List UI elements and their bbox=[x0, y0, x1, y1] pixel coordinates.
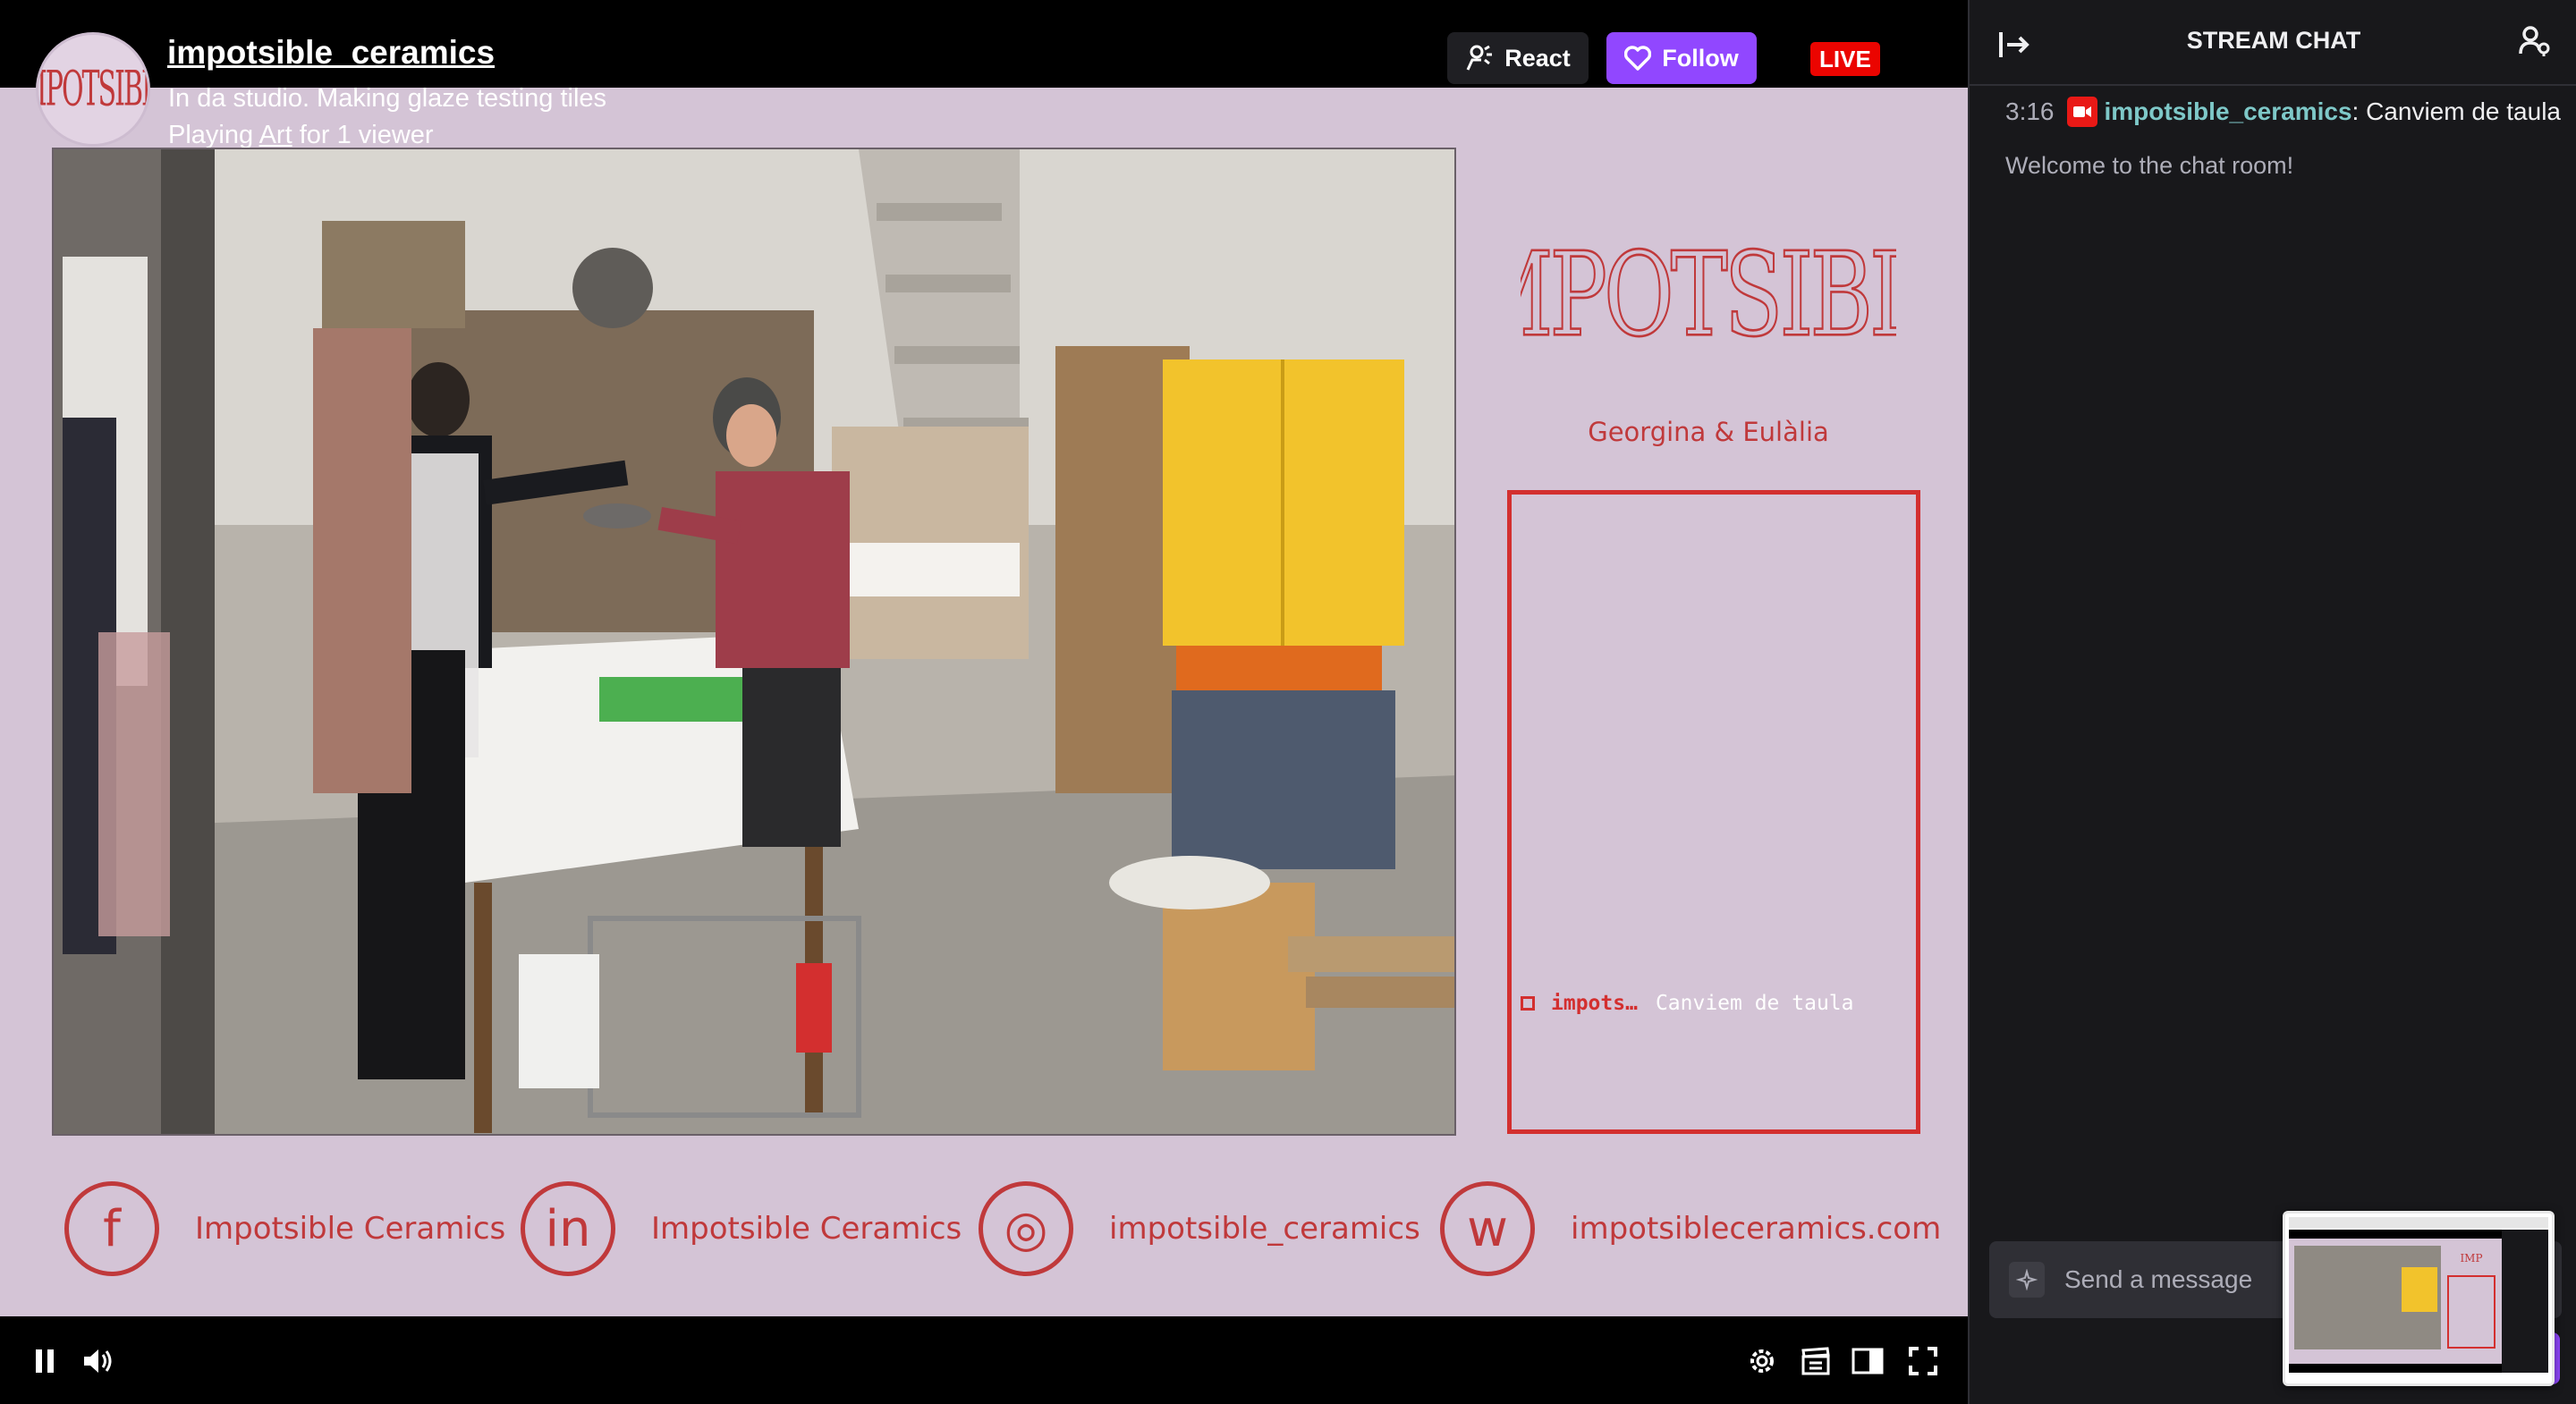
web-icon: w bbox=[1440, 1181, 1535, 1276]
overlay-chat-user: impots… bbox=[1551, 992, 1638, 1015]
community-button[interactable] bbox=[2517, 23, 2553, 59]
category-link[interactable]: Art bbox=[259, 121, 292, 149]
preview-image: IMP bbox=[2285, 1214, 2552, 1383]
player-controls-bar bbox=[0, 1316, 1968, 1404]
chat-input-placeholder: Send a message bbox=[2064, 1265, 2253, 1293]
welcome-message: Welcome to the chat room! bbox=[2005, 152, 2294, 179]
volume-icon bbox=[84, 1349, 112, 1373]
overlay-camera-icon bbox=[1521, 996, 1535, 1011]
social-label: impotsible_ceramics bbox=[1109, 1211, 1420, 1247]
svg-text:IMP: IMP bbox=[2460, 1252, 2482, 1264]
chat-username[interactable]: impotsible_ceramics bbox=[2105, 97, 2352, 126]
react-button[interactable]: React bbox=[1447, 32, 1589, 84]
chat-text: : Canviem de taula bbox=[2351, 97, 2561, 125]
react-label: React bbox=[1504, 44, 1571, 72]
sparkle-icon[interactable] bbox=[2009, 1262, 2045, 1298]
follow-label: Follow bbox=[1662, 44, 1739, 72]
chat-title: STREAM CHAT bbox=[2186, 27, 2361, 54]
fullscreen-icon bbox=[1909, 1347, 1937, 1375]
screen-preview-thumbnail[interactable]: IMP bbox=[2283, 1211, 2555, 1386]
overlay-chat-box: impots… Canviem de taula bbox=[1507, 490, 1920, 1134]
settings-button[interactable] bbox=[1744, 1343, 1780, 1379]
pause-icon bbox=[36, 1349, 54, 1373]
linkedin-icon: in bbox=[521, 1181, 615, 1276]
instagram-icon: ◎ bbox=[979, 1181, 1073, 1276]
clip-button[interactable] bbox=[1798, 1343, 1834, 1379]
users-icon bbox=[2519, 26, 2550, 56]
chat-message: 3:16 impotsible_ceramics : Canviem de ta… bbox=[2005, 97, 2561, 127]
broadcaster-badge-icon[interactable] bbox=[2066, 97, 2097, 127]
chat-header: STREAM CHAT bbox=[1970, 0, 2576, 86]
stream-title: In da studio. Making glaze testing tiles bbox=[168, 84, 607, 113]
social-instagram: ◎ impotsible_ceramics bbox=[979, 1179, 1420, 1279]
brand-logo-graphic: IMPOTSIBLE bbox=[1521, 226, 1896, 363]
heart-icon bbox=[1624, 46, 1652, 71]
overlay-chat-text: Canviem de taula bbox=[1655, 992, 1854, 1015]
app-window: IMPOTSIBLE impotsible_ceramics In da stu… bbox=[0, 0, 2576, 1404]
theatre-mode-button[interactable] bbox=[1850, 1343, 1885, 1379]
channel-name-link[interactable]: impotsible_ceramics bbox=[167, 34, 495, 72]
live-badge: LIVE bbox=[1810, 42, 1880, 76]
volume-button[interactable] bbox=[80, 1343, 116, 1379]
playing-info: Playing Art for 1 viewer bbox=[168, 121, 434, 150]
pause-button[interactable] bbox=[27, 1343, 63, 1379]
chat-timestamp: 3:16 bbox=[2005, 97, 2055, 125]
fullscreen-button[interactable] bbox=[1905, 1343, 1941, 1379]
brand-names: Georgina & Eulàlia bbox=[1588, 417, 1829, 447]
social-label: Impotsible Ceramics bbox=[195, 1211, 506, 1247]
viewer-count: for 1 viewer bbox=[292, 121, 434, 149]
social-linkedin: in Impotsible Ceramics bbox=[521, 1179, 962, 1279]
follow-button[interactable]: Follow bbox=[1606, 32, 1757, 84]
facebook-icon: f bbox=[64, 1181, 159, 1276]
overlay-chat-message: impots… Canviem de taula bbox=[1519, 991, 1907, 1017]
clapperboard-icon bbox=[1801, 1347, 1830, 1375]
social-label: Impotsible Ceramics bbox=[651, 1211, 962, 1247]
channel-avatar[interactable]: IMPOTSIBLE bbox=[36, 32, 150, 147]
social-web: w impotsibleceramics.com bbox=[1440, 1179, 1941, 1279]
playing-prefix: Playing bbox=[168, 121, 259, 149]
camera-feed bbox=[52, 148, 1456, 1136]
social-label: impotsibleceramics.com bbox=[1571, 1211, 1942, 1247]
chat-panel: STREAM CHAT 3:16 impotsible_ceramics : C… bbox=[1968, 0, 2576, 1404]
gear-icon bbox=[1750, 1349, 1774, 1373]
video-player[interactable]: IMPOTSIBLE impotsible_ceramics In da stu… bbox=[0, 0, 1968, 1404]
brand-logo: IMPOTSIBLE bbox=[1521, 192, 1896, 398]
brand-logo-text: IMPOTSIBLE bbox=[1521, 227, 1896, 362]
theatre-mode-icon bbox=[1852, 1348, 1884, 1374]
social-facebook: f Impotsible Ceramics bbox=[64, 1179, 505, 1279]
avatar-logo-text: IMPOTSIBLE bbox=[38, 61, 148, 118]
studio-scene bbox=[54, 149, 1454, 1134]
react-icon bbox=[1466, 45, 1493, 71]
